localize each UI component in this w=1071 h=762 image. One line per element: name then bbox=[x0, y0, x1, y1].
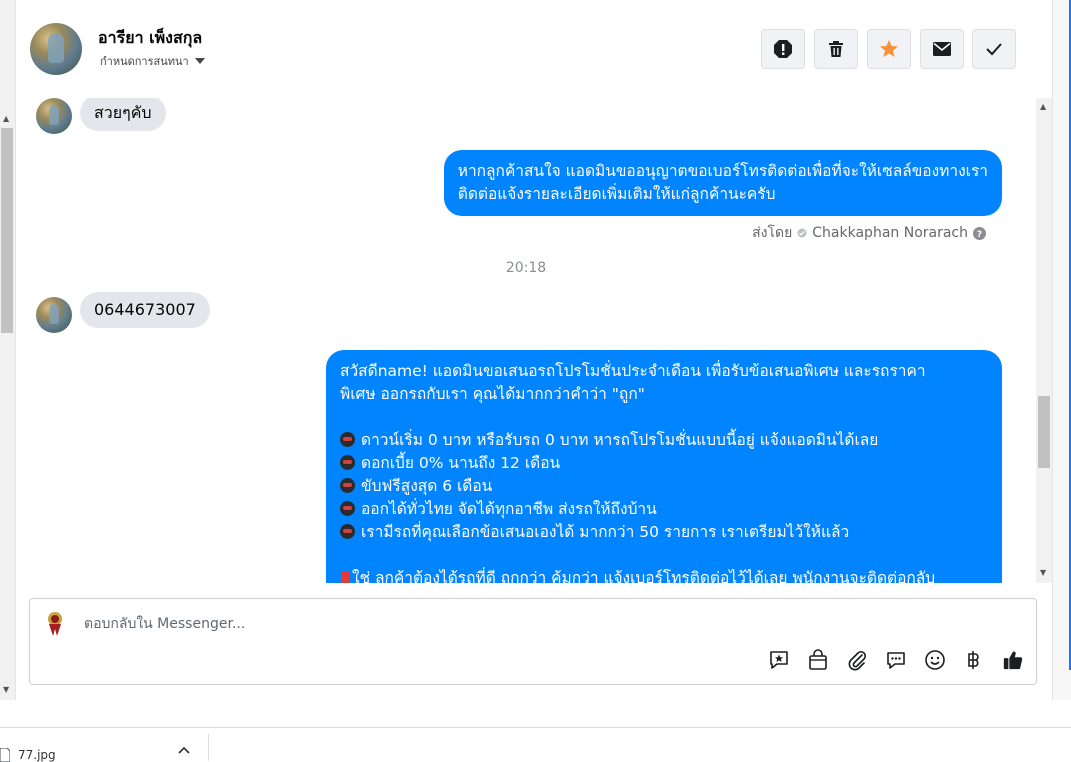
reply-composer[interactable] bbox=[29, 598, 1037, 685]
scroll-up-arrow[interactable]: ▲ bbox=[1040, 102, 1046, 111]
envelope-icon bbox=[933, 42, 951, 56]
baht-icon bbox=[968, 651, 979, 669]
payment-button[interactable] bbox=[963, 649, 985, 671]
car-emoji-icon bbox=[340, 455, 355, 470]
message-line: หากลูกค้าสนใจ แอดมินขออนุญาตขอเบอร์โทรติ… bbox=[457, 162, 988, 180]
alert-icon bbox=[774, 40, 792, 58]
emoji-button[interactable] bbox=[924, 649, 946, 671]
promo-bullet: ดาวน์เริ่ม 0 บาท หรือรับรถ 0 บาท หารถโปร… bbox=[340, 429, 988, 452]
promo-bullet: ออกได้ทั่วไทย จัดได้ทุกอาชีพ ส่งรถให้ถึง… bbox=[340, 498, 988, 521]
right-side-panel bbox=[1052, 0, 1071, 700]
trash-icon bbox=[829, 41, 843, 57]
message-line: สวัสดีname! แอดมินขอเสนอรถโปรโมชั่นประจำ… bbox=[340, 362, 926, 380]
delete-button[interactable] bbox=[814, 29, 858, 69]
like-button[interactable] bbox=[1002, 649, 1024, 671]
page-scrollbar-thumb[interactable] bbox=[1, 128, 13, 333]
outgoing-message[interactable]: หากลูกค้าสนใจ แอดมินขออนุญาตขอเบอร์โทรติ… bbox=[443, 150, 1002, 216]
page-avatar bbox=[40, 607, 70, 637]
saved-reply-button[interactable] bbox=[768, 649, 790, 671]
contact-avatar-small[interactable] bbox=[36, 98, 72, 134]
star-button[interactable] bbox=[867, 29, 911, 69]
chevron-down-icon bbox=[194, 58, 205, 64]
car-emoji-icon bbox=[340, 524, 355, 539]
quick-reply-button[interactable] bbox=[885, 649, 907, 671]
mark-unread-button[interactable] bbox=[920, 29, 964, 69]
outgoing-promo-message[interactable]: สวัสดีname! แอดมินขอเสนอรถโปรโมชั่นประจำ… bbox=[326, 350, 1002, 583]
chat-scrollbar-thumb[interactable] bbox=[1038, 396, 1050, 468]
page-scrollbar[interactable]: ▲ ▼ bbox=[0, 0, 16, 700]
promo-bullet: ดอกเบี้ย 0% นานถึง 12 เดือน bbox=[340, 452, 988, 475]
sent-by-info: ส่งโดย Chakkaphan Norarach ? bbox=[752, 222, 986, 244]
time-separator: 20:18 bbox=[505, 260, 547, 276]
message-thread[interactable]: สวยๆคับ หากลูกค้าสนใจ แอดมินขออนุญาตขอเบ… bbox=[16, 98, 1036, 583]
incoming-message[interactable]: สวยๆคับ bbox=[80, 98, 166, 131]
reply-input[interactable] bbox=[82, 615, 886, 633]
sent-by-name[interactable]: Chakkaphan Norarach bbox=[812, 225, 968, 241]
scroll-down-arrow[interactable]: ▼ bbox=[3, 686, 9, 694]
message-line: ใช่ ลูกค้าต้องได้รถที่ดี ถูกกว่า คุ้มกว่… bbox=[340, 567, 988, 583]
car-emoji-icon bbox=[340, 501, 355, 516]
assign-conversation-label: กำหนดการสนทนา bbox=[100, 55, 189, 68]
chat-scrollbar[interactable]: ▲ ▼ bbox=[1036, 98, 1052, 583]
message-line: พิเศษ ออกรถกับเรา คุณได้มากกว่าคำว่า "ถู… bbox=[340, 385, 645, 403]
thumbs-up-icon bbox=[1003, 651, 1023, 670]
composer-area bbox=[16, 583, 1052, 700]
paperclip-icon bbox=[848, 650, 867, 671]
exclamation-emoji-icon bbox=[342, 571, 350, 583]
check-icon bbox=[986, 43, 1002, 56]
mark-spam-button[interactable] bbox=[761, 29, 805, 69]
composer-toolbar bbox=[768, 649, 1024, 671]
message-line: ติดต่อแจ้งรายละเอียดเพิ่มเติมให้แก่ลูกค้… bbox=[457, 185, 776, 203]
assign-conversation-dropdown[interactable]: กำหนดการสนทนา bbox=[100, 52, 205, 70]
chat-bubble-icon bbox=[887, 652, 905, 669]
contact-name[interactable]: อารียา เพ็งสกุล bbox=[98, 26, 202, 51]
car-emoji-icon bbox=[340, 478, 355, 493]
shopping-bag-icon bbox=[809, 649, 827, 670]
scroll-up-arrow[interactable]: ▲ bbox=[3, 115, 9, 123]
sent-by-label: ส่งโดย bbox=[752, 225, 793, 241]
contact-avatar[interactable] bbox=[30, 23, 82, 75]
verified-icon bbox=[797, 228, 807, 238]
star-icon bbox=[880, 40, 898, 57]
promo-bullet: ขับฟรีสูงสุด 6 เดือน bbox=[340, 475, 988, 498]
promo-bullet: เรามีรถที่คุณเลือกข้อเสนอเองได้ มากกว่า … bbox=[340, 521, 988, 544]
divider bbox=[208, 734, 209, 761]
mark-done-button[interactable] bbox=[972, 29, 1016, 69]
car-emoji-icon bbox=[340, 432, 355, 447]
saved-reply-icon bbox=[770, 651, 788, 669]
attach-button[interactable] bbox=[846, 649, 868, 671]
incoming-message[interactable]: 0644673007 bbox=[80, 292, 210, 328]
contact-avatar-small[interactable] bbox=[36, 297, 72, 333]
scroll-down-arrow[interactable]: ▼ bbox=[1040, 568, 1046, 577]
smiley-icon bbox=[925, 650, 945, 670]
help-icon[interactable]: ? bbox=[973, 226, 986, 240]
shop-button[interactable] bbox=[807, 649, 829, 671]
svg-text:?: ? bbox=[977, 230, 982, 240]
download-bar: 77.jpg bbox=[0, 727, 1071, 762]
conversation-header: อารียา เพ็งสกุล กำหนดการสนทนา bbox=[16, 0, 1052, 99]
chevron-up-icon[interactable] bbox=[178, 746, 190, 754]
